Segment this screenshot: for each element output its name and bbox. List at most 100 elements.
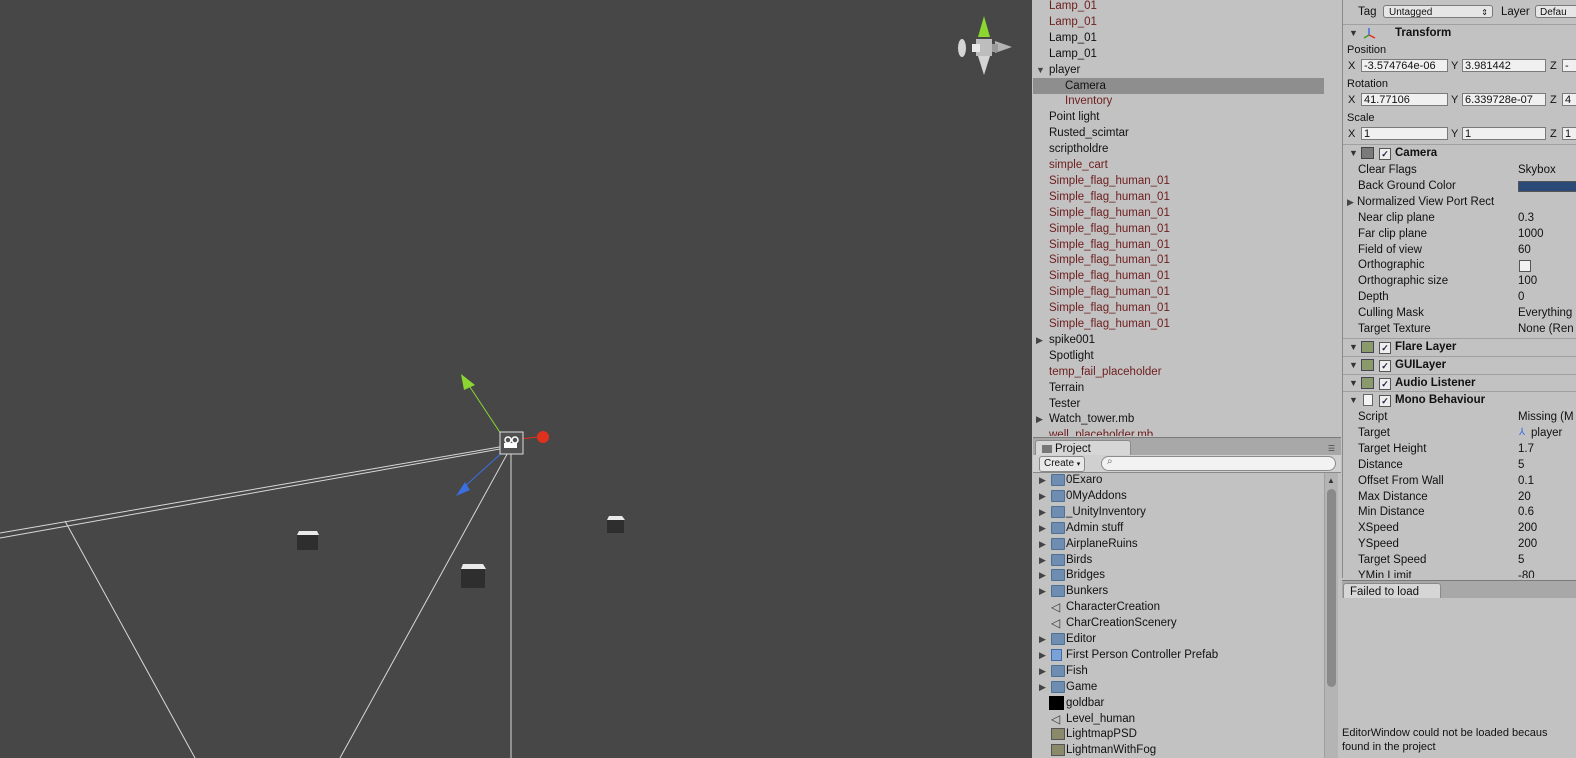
tab-failed-to-load[interactable]: Failed to load bbox=[1343, 583, 1441, 599]
project-item[interactable]: ▶ 0MyAddons bbox=[1033, 488, 1323, 504]
camera-enabled-checkbox[interactable]: ✓ bbox=[1379, 148, 1391, 160]
project-item[interactable]: ▶ First Person Controller Prefab bbox=[1033, 647, 1323, 663]
mono-behaviour-header[interactable]: ▼ ✓ Mono Behaviour bbox=[1343, 391, 1576, 409]
hierarchy-item[interactable]: Spotlight bbox=[1033, 348, 1324, 364]
position-z-field[interactable]: - bbox=[1562, 59, 1576, 72]
project-item[interactable]: LightmapPSD bbox=[1033, 726, 1323, 742]
scene-canvas[interactable] bbox=[0, 0, 1032, 758]
hierarchy-item[interactable]: Simple_flag_human_01 bbox=[1033, 300, 1324, 316]
foldout-expanded-icon[interactable]: ▼ bbox=[1349, 357, 1358, 374]
panel-menu-icon[interactable]: ☰ bbox=[1328, 444, 1335, 453]
foldout-collapsed-icon[interactable]: ▶ bbox=[1039, 504, 1046, 520]
create-dropdown-button[interactable]: Create ▾ bbox=[1039, 456, 1086, 472]
property-value[interactable]: 5 bbox=[1518, 552, 1524, 568]
mono-enabled-checkbox[interactable]: ✓ bbox=[1379, 395, 1391, 407]
project-item[interactable]: goldbar bbox=[1033, 695, 1323, 711]
hierarchy-item[interactable]: ▶ Watch_tower.mb bbox=[1033, 411, 1324, 427]
hierarchy-item[interactable]: Simple_flag_human_01 bbox=[1033, 268, 1324, 284]
hierarchy-item[interactable]: Point light bbox=[1033, 109, 1324, 125]
project-item[interactable]: ▶ Game bbox=[1033, 679, 1323, 695]
hierarchy-item[interactable]: Rusted_scimtar bbox=[1033, 125, 1324, 141]
component-enabled-checkbox[interactable]: ✓ bbox=[1379, 342, 1391, 354]
project-item[interactable]: ▶ _UnityInventory bbox=[1033, 504, 1323, 520]
hierarchy-item[interactable]: temp_fail_placeholder bbox=[1033, 364, 1324, 380]
component-enabled-checkbox[interactable]: ✓ bbox=[1379, 377, 1391, 390]
property-value[interactable]: -80 bbox=[1518, 568, 1535, 578]
scroll-up-icon[interactable]: ▲ bbox=[1327, 476, 1335, 485]
hierarchy-item[interactable]: Simple_flag_human_01 bbox=[1033, 205, 1324, 221]
property-value[interactable]: 200 bbox=[1518, 536, 1537, 552]
scale-z-field[interactable]: 1 bbox=[1562, 127, 1576, 140]
project-item[interactable]: ◁ Level_human bbox=[1033, 711, 1323, 727]
foldout-collapsed-icon[interactable]: ▶ bbox=[1039, 473, 1046, 488]
project-item[interactable]: ◁ CharCreationScenery bbox=[1033, 615, 1323, 631]
component-header[interactable]: ▼ ✓ Flare Layer bbox=[1343, 338, 1576, 356]
rotation-x-field[interactable]: 41.77106 bbox=[1361, 93, 1448, 106]
project-scrollbar-thumb[interactable] bbox=[1327, 489, 1336, 687]
property-value[interactable]: 0.1 bbox=[1518, 473, 1534, 489]
project-item[interactable]: ◁ CharacterCreation bbox=[1033, 599, 1323, 615]
hierarchy-item[interactable]: ▶ spike001 bbox=[1033, 332, 1324, 348]
component-enabled-checkbox[interactable]: ✓ bbox=[1379, 359, 1391, 372]
project-item[interactable]: LightmanWithFog bbox=[1033, 742, 1323, 758]
rotation-z-field[interactable]: 4 bbox=[1562, 93, 1576, 106]
foldout-expanded-icon[interactable]: ▼ bbox=[1349, 339, 1358, 356]
hierarchy-item[interactable]: Simple_flag_human_01 bbox=[1033, 284, 1324, 300]
hierarchy-item[interactable]: Camera bbox=[1033, 77, 1324, 94]
foldout-collapsed-icon[interactable]: ▶ bbox=[1036, 411, 1043, 427]
scene-view[interactable] bbox=[0, 0, 1032, 758]
scale-y-field[interactable]: 1 bbox=[1462, 127, 1546, 140]
property-value[interactable]: 0 bbox=[1518, 289, 1524, 305]
layer-dropdown[interactable]: Defau bbox=[1535, 5, 1576, 18]
hierarchy-item[interactable]: Simple_flag_human_01 bbox=[1033, 173, 1324, 189]
position-x-field[interactable]: -3.574764e-06 bbox=[1361, 59, 1448, 72]
project-item[interactable]: ▶ 0Exaro bbox=[1033, 473, 1323, 488]
hierarchy-item[interactable]: Simple_flag_human_01 bbox=[1033, 316, 1324, 332]
foldout-collapsed-icon[interactable]: ▶ bbox=[1039, 567, 1046, 583]
background-color-swatch[interactable] bbox=[1518, 180, 1576, 192]
transform-header[interactable]: ▼ Transform bbox=[1343, 24, 1576, 42]
search-input[interactable]: ⌕ bbox=[1101, 456, 1336, 471]
camera-component-header[interactable]: ▼ ✓ Camera bbox=[1343, 144, 1576, 162]
foldout-collapsed-icon[interactable]: ▶ bbox=[1347, 194, 1354, 210]
project-item[interactable]: ▶ Fish bbox=[1033, 663, 1323, 679]
foldout-collapsed-icon[interactable]: ▶ bbox=[1039, 552, 1046, 568]
foldout-collapsed-icon[interactable]: ▶ bbox=[1039, 536, 1046, 552]
hierarchy-item[interactable]: Simple_flag_human_01 bbox=[1033, 189, 1324, 205]
orthographic-checkbox[interactable] bbox=[1519, 260, 1531, 273]
project-item[interactable]: ▶ AirplaneRuins bbox=[1033, 536, 1323, 552]
project-item[interactable]: ▶ Admin stuff bbox=[1033, 520, 1323, 536]
property-value[interactable]: player bbox=[1531, 425, 1562, 441]
project-scrollbar[interactable]: ▲ bbox=[1324, 473, 1338, 758]
position-y-field[interactable]: 3.981442 bbox=[1462, 59, 1546, 72]
rotation-y-field[interactable]: 6.339728e-07 bbox=[1462, 93, 1546, 106]
property-value[interactable]: Skybox bbox=[1518, 162, 1556, 178]
foldout-collapsed-icon[interactable]: ▶ bbox=[1039, 520, 1046, 536]
hierarchy-item[interactable]: Lamp_01 bbox=[1033, 30, 1324, 46]
hierarchy-item[interactable]: simple_cart bbox=[1033, 157, 1324, 173]
hierarchy-item[interactable]: scriptholdre bbox=[1033, 141, 1324, 157]
property-value[interactable]: None (Ren bbox=[1518, 321, 1574, 337]
foldout-collapsed-icon[interactable]: ▶ bbox=[1039, 663, 1046, 679]
foldout-collapsed-icon[interactable]: ▶ bbox=[1039, 583, 1046, 599]
foldout-expanded-icon[interactable]: ▼ bbox=[1349, 25, 1358, 42]
property-value[interactable]: 200 bbox=[1518, 520, 1537, 536]
foldout-expanded-icon[interactable]: ▼ bbox=[1349, 375, 1358, 392]
foldout-collapsed-icon[interactable]: ▶ bbox=[1036, 332, 1043, 348]
property-value[interactable]: 0.6 bbox=[1518, 504, 1534, 520]
component-header[interactable]: ▼ ✓ GUILayer bbox=[1343, 355, 1576, 374]
foldout-collapsed-icon[interactable]: ▶ bbox=[1039, 679, 1046, 695]
hierarchy-item[interactable]: well_placeholder.mb bbox=[1033, 427, 1324, 436]
hierarchy-item[interactable]: Terrain bbox=[1033, 380, 1324, 396]
hierarchy-item[interactable]: Lamp_01 bbox=[1033, 46, 1324, 62]
foldout-expanded-icon[interactable]: ▼ bbox=[1036, 62, 1045, 78]
foldout-expanded-icon[interactable]: ▼ bbox=[1349, 145, 1358, 162]
tab-project[interactable]: Project bbox=[1035, 440, 1131, 456]
foldout-collapsed-icon[interactable]: ▶ bbox=[1039, 488, 1046, 504]
hierarchy-item[interactable]: ▼ player bbox=[1033, 62, 1324, 78]
project-item[interactable]: ▶ Bridges bbox=[1033, 567, 1323, 583]
property-value[interactable]: 5 bbox=[1518, 457, 1524, 473]
foldout-collapsed-icon[interactable]: ▶ bbox=[1039, 631, 1046, 647]
property-value[interactable]: 20 bbox=[1518, 489, 1531, 505]
tag-dropdown[interactable]: Untagged ⇕ bbox=[1383, 5, 1493, 18]
